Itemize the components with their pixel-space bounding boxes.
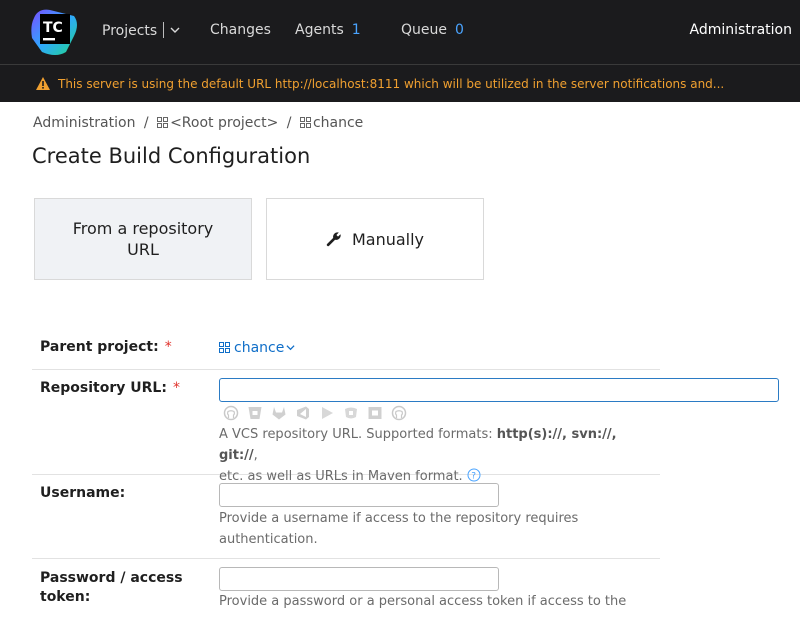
- breadcrumb-separator: /: [286, 115, 292, 131]
- breadcrumb-chance[interactable]: chance: [313, 115, 363, 131]
- breadcrumb-separator: /: [143, 115, 149, 131]
- nav-agents[interactable]: Agents 1: [295, 22, 361, 38]
- chevron-down-icon: [286, 345, 295, 351]
- nav-changes[interactable]: Changes: [210, 22, 271, 38]
- from-repository-url-label: From a repository URL: [72, 219, 214, 259]
- password-input[interactable]: [219, 567, 499, 591]
- parent-project-selector[interactable]: chance: [219, 340, 295, 356]
- nav-projects[interactable]: Projects: [102, 22, 180, 39]
- nav-projects-label: Projects: [102, 23, 158, 39]
- breadcrumb-administration[interactable]: Administration: [33, 115, 135, 131]
- username-help: Provide a username if access to the repo…: [219, 511, 579, 547]
- parent-project-value: chance: [234, 340, 285, 356]
- page-title: Create Build Configuration: [32, 144, 311, 168]
- repository-url-input[interactable]: [219, 378, 779, 402]
- breadcrumb-root-project[interactable]: <Root project>: [170, 115, 278, 131]
- bitbucket-icon[interactable]: [247, 405, 263, 421]
- nav-separator: [163, 22, 165, 38]
- manually-button[interactable]: Manually: [266, 198, 484, 280]
- bitbucket-server-icon[interactable]: [367, 405, 383, 421]
- parent-project-label: Parent project: *: [40, 339, 172, 355]
- queue-count: 0: [455, 22, 464, 38]
- manually-label: Manually: [351, 229, 425, 249]
- nav-queue[interactable]: Queue 0: [401, 22, 464, 38]
- required-marker: *: [172, 380, 180, 396]
- github-icon[interactable]: [223, 405, 239, 421]
- repository-url-label: Repository URL: *: [40, 380, 180, 396]
- project-icon: [299, 117, 311, 128]
- password-help: Provide a password or a personal access …: [219, 594, 627, 609]
- perforce-icon[interactable]: [343, 405, 359, 421]
- wrench-icon: [326, 232, 341, 247]
- nav-queue-label: Queue: [401, 22, 447, 38]
- from-repository-url-button[interactable]: From a repository URL: [34, 198, 252, 280]
- jetbrains-space-icon[interactable]: [319, 405, 335, 421]
- azure-devops-icon[interactable]: [295, 405, 311, 421]
- breadcrumb: Administration / <Root project> / chance: [33, 115, 363, 131]
- warning-icon: [36, 77, 50, 90]
- gitlab-icon[interactable]: [271, 405, 287, 421]
- top-navigation-bar: TC Projects Changes Agents 1 Queue 0 Admin…: [0, 0, 800, 64]
- agents-count: 1: [351, 22, 361, 38]
- username-input[interactable]: [219, 483, 499, 507]
- github-enterprise-icon[interactable]: [391, 405, 407, 421]
- username-label: Username:: [40, 485, 126, 501]
- nav-agents-label: Agents: [295, 22, 344, 38]
- parent-project-row: Parent project: *: [32, 328, 660, 370]
- required-marker: *: [164, 339, 172, 355]
- logo-text: TC: [43, 20, 63, 36]
- nav-changes-label: Changes: [210, 22, 271, 38]
- nav-administration[interactable]: Administration: [690, 22, 792, 38]
- project-icon: [157, 117, 169, 128]
- teamcity-logo[interactable]: TC: [30, 8, 80, 56]
- password-label: Password / access token:: [40, 570, 183, 605]
- vcs-provider-icons: [223, 405, 407, 421]
- project-icon: [219, 342, 230, 353]
- warning-text: This server is using the default URL htt…: [58, 77, 725, 91]
- server-url-warning[interactable]: This server is using the default URL htt…: [0, 64, 800, 102]
- chevron-down-icon[interactable]: [170, 25, 180, 35]
